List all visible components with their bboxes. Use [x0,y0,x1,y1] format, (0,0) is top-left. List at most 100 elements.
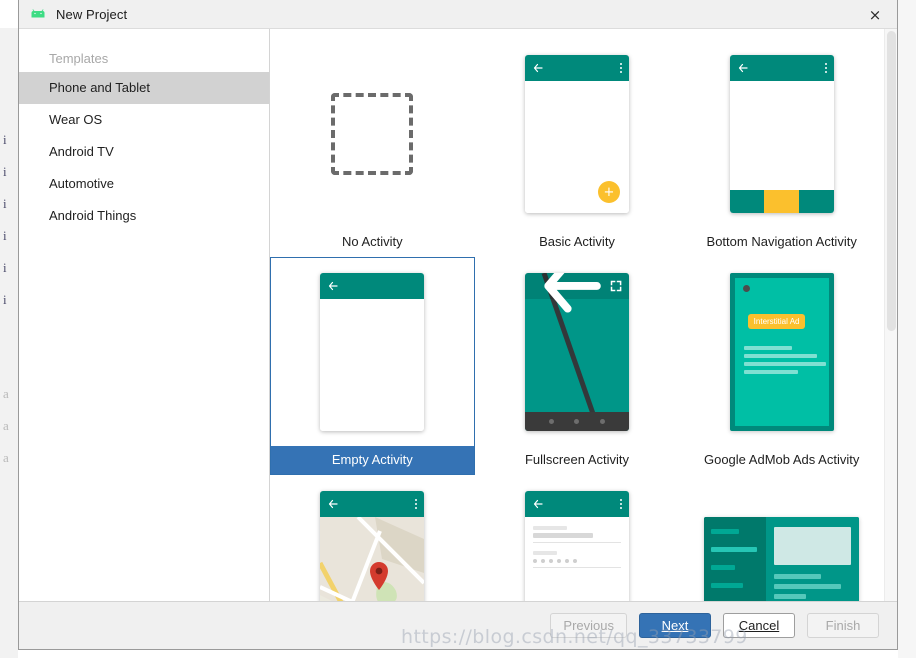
botnav-segment [799,190,834,213]
template-label: Empty Activity [271,446,474,474]
phone-appbar [525,491,629,517]
thumb-no-activity [271,40,474,228]
sidebar-item-wear-os[interactable]: Wear OS [19,104,269,136]
text-line [743,370,798,374]
username-field [533,533,593,538]
bg-char: a [3,386,9,401]
field-label [533,526,567,530]
detail-image [774,526,852,565]
new-project-dialog: New Project × Templates Phone and Tablet… [18,0,898,650]
text-line [743,346,792,350]
scrollbar-thumb[interactable] [887,31,896,331]
sidebar-item-android-things[interactable]: Android Things [19,200,269,232]
bg-char: a [3,418,9,433]
bg-char: a [3,450,9,465]
login-form-preview [525,517,629,601]
phone-appbar [525,273,629,313]
cancel-button-label: Cancel [738,618,780,633]
bg-char: i [3,260,7,275]
list-item [711,528,740,534]
editor-gutter: i i i i i i a a a [0,28,18,658]
phone-mock [320,491,425,601]
nav-dot [599,419,605,424]
thumb-empty-activity [271,258,474,446]
list-item [711,564,736,570]
template-label: Fullscreen Activity [524,452,630,467]
sidebar-item-automotive[interactable]: Automotive [19,168,269,200]
bottom-navigation-bar [729,190,834,213]
map-preview [320,517,425,601]
bg-char: i [3,196,7,211]
template-card-google-admob-ads-activity[interactable]: Interstitial Ad Google AdMob Ads Activit… [679,257,884,475]
template-card-basic-activity[interactable]: + Basic Activity [475,39,680,257]
admob-mock: Interstitial Ad [729,273,834,431]
phone-mock-fullscreen [525,273,629,431]
phone-appbar [320,273,425,299]
template-card-login-activity[interactable]: Login Activity [475,475,680,601]
template-card-bottom-navigation-activity[interactable]: Bottom Navigation Activity [679,39,884,257]
ide-right-strip [898,0,916,658]
next-button-label: Next [661,618,689,633]
nav-dot [574,419,580,424]
thumb-google-admob-ads-activity: Interstitial Ad [680,258,883,446]
android-logo-icon [31,9,45,18]
phone-appbar [729,55,834,81]
overflow-menu-icon [824,63,827,73]
fab-add-icon: + [598,181,620,203]
back-arrow-icon [329,281,338,291]
dialog-title: New Project [56,6,128,22]
overflow-menu-icon [620,63,622,73]
list-item-selected [711,546,758,552]
bg-char: i [3,292,7,307]
templates-scrollbar[interactable] [884,29,897,601]
text-line [774,573,822,579]
template-card-fullscreen-activity[interactable]: Fullscreen Activity [475,257,680,475]
phone-content [320,299,425,431]
template-card-primary-detail-flow[interactable]: Primary/Detail Flow [679,475,884,601]
text-line [743,354,817,358]
finish-button[interactable]: Finish [807,613,879,638]
template-label: Google AdMob Ads Activity [703,452,860,467]
sidebar-header: Templates [49,51,109,66]
field-underline [533,542,621,543]
botnav-segment [729,190,765,213]
thumb-login-activity [476,476,679,601]
next-button[interactable]: Next [639,613,711,638]
field-underline [533,567,621,568]
interstitial-ad-badge: Interstitial Ad [747,314,806,329]
sidebar-item-phone-and-tablet[interactable]: Phone and Tablet [19,72,269,104]
phone-navigation-bar [525,412,629,431]
dialog-footer: https://blog.csdn.net/qq_33733799 Previo… [19,601,897,649]
phone-mock: + [525,55,629,213]
master-list-pane [704,516,767,601]
sidebar-item-android-tv[interactable]: Android TV [19,136,269,168]
template-card-empty-activity[interactable]: Empty Activity [270,257,475,475]
text-line [774,583,842,589]
back-arrow-icon [533,499,543,509]
text-line [774,593,807,599]
template-label: Basic Activity [539,234,615,249]
botnav-segment-active [764,190,800,213]
back-arrow-icon [329,499,338,509]
field-label [533,551,557,555]
close-icon[interactable]: × [853,0,897,29]
dialog-titlebar: New Project × [19,0,897,29]
back-arrow-icon [533,63,543,73]
templates-panel: No Activity + Basic Activity Bottom Navi… [270,29,897,601]
tablet-mock [704,516,860,601]
list-item [711,582,744,588]
fullscreen-expand-icon [610,280,622,292]
phone-appbar [320,491,425,517]
template-card-no-activity[interactable]: No Activity [270,39,475,257]
nav-dot [549,419,555,424]
template-card-google-maps-activity[interactable]: Google Maps Activity [270,475,475,601]
phone-mock [320,273,425,431]
templates-row: No Activity + Basic Activity Bottom Navi… [270,39,884,257]
cancel-button[interactable]: Cancel [723,613,795,638]
templates-grid: No Activity + Basic Activity Bottom Navi… [270,29,884,601]
phone-mock [525,491,629,601]
templates-row: Google Maps Activity [270,475,884,601]
previous-button[interactable]: Previous [550,613,627,638]
map-graphic [320,517,425,601]
text-line [743,362,826,366]
